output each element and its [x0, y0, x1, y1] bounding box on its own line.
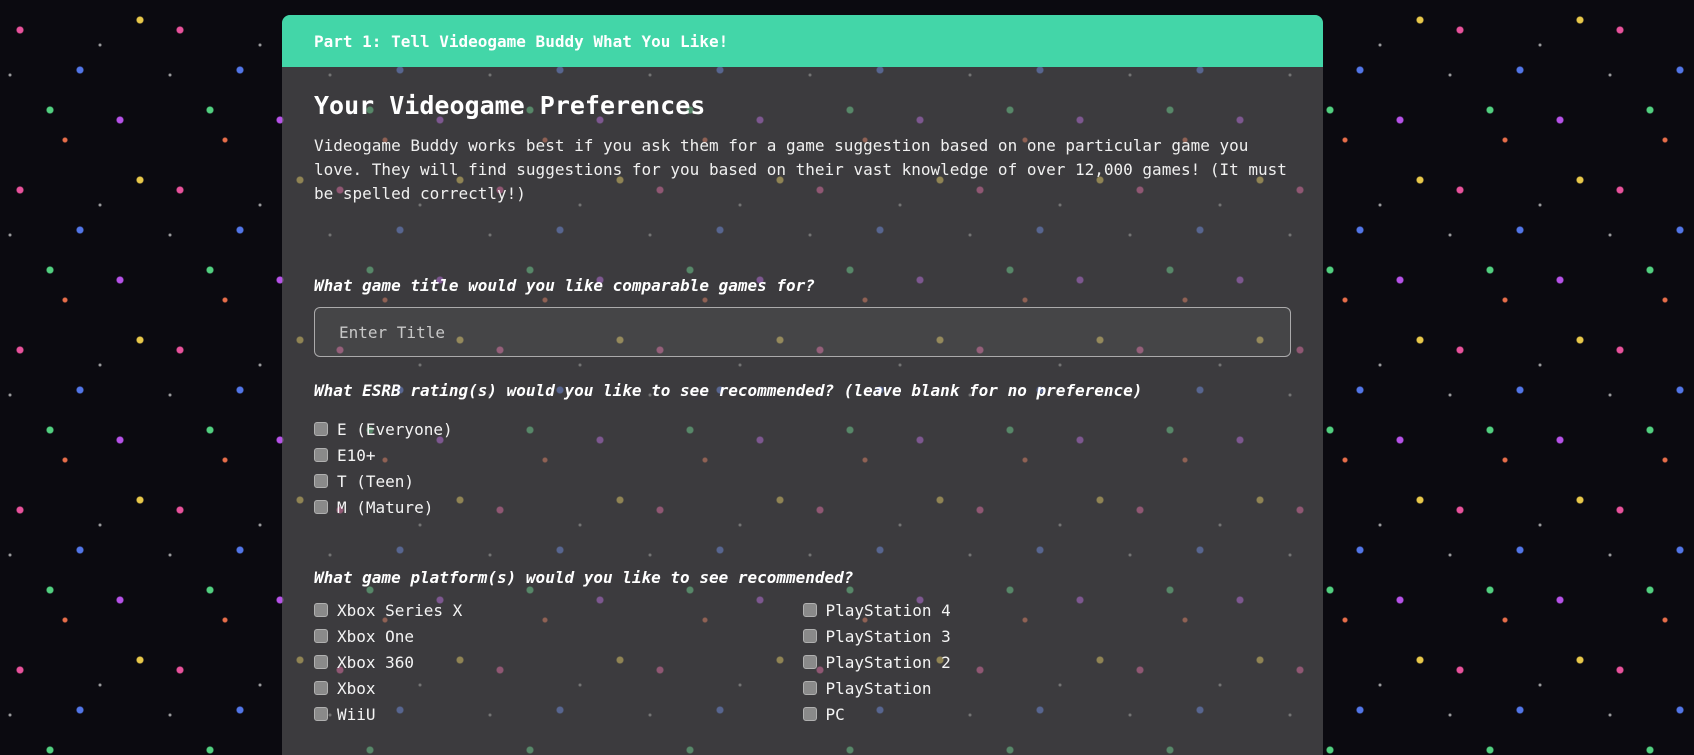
platform-column-left: Xbox Series X Xbox One Xbox 360 Xbox Wii…: [314, 597, 803, 727]
platform-options: Xbox Series X Xbox One Xbox 360 Xbox Wii…: [314, 597, 1291, 727]
checkbox[interactable]: [314, 500, 328, 514]
checkbox[interactable]: [802, 681, 817, 695]
checkbox-label: WiiU: [337, 704, 376, 724]
card-header-title: Part 1: Tell Videogame Buddy What You Li…: [314, 31, 729, 51]
platform-option-pc[interactable]: PC: [802, 701, 1292, 727]
card-header: Part 1: Tell Videogame Buddy What You Li…: [282, 15, 1323, 67]
card-body: Your Videogame Preferences Videogame Bud…: [282, 67, 1323, 727]
esrb-options: E (Everyone) E10+ T (Teen) M (Mature): [314, 416, 1291, 520]
platform-option-xbox-one[interactable]: Xbox One: [314, 623, 803, 649]
esrb-option-e[interactable]: E (Everyone): [314, 416, 1291, 442]
checkbox[interactable]: [314, 681, 328, 695]
checkbox[interactable]: [314, 448, 328, 462]
esrb-question-label: What ESRB rating(s) would you like to se…: [314, 381, 1143, 400]
platform-option-xbox-360[interactable]: Xbox 360: [314, 649, 803, 675]
checkbox[interactable]: [314, 629, 328, 643]
checkbox[interactable]: [802, 707, 817, 721]
checkbox-label: Xbox One: [337, 626, 415, 646]
checkbox[interactable]: [802, 629, 817, 643]
intro-text: Videogame Buddy works best if you ask th…: [314, 136, 1287, 203]
platform-option-playstation-2[interactable]: PlayStation 2: [802, 649, 1292, 675]
platform-option-xbox-series-x[interactable]: Xbox Series X: [314, 597, 803, 623]
checkbox-label: PlayStation 3: [825, 626, 951, 646]
preferences-card: Part 1: Tell Videogame Buddy What You Li…: [282, 15, 1323, 755]
title-question-label: What game title would you like comparabl…: [314, 276, 815, 295]
platform-column-right: PlayStation 4 PlayStation 3 PlayStation …: [802, 597, 1292, 727]
platform-option-playstation[interactable]: PlayStation: [802, 675, 1292, 701]
checkbox[interactable]: [802, 603, 817, 617]
checkbox[interactable]: [802, 655, 817, 669]
checkbox-label: T (Teen): [337, 471, 415, 491]
platform-option-xbox[interactable]: Xbox: [314, 675, 803, 701]
game-title-input[interactable]: [314, 307, 1291, 357]
esrb-option-t[interactable]: T (Teen): [314, 468, 1291, 494]
checkbox-label: PC: [825, 704, 845, 724]
checkbox-label: PlayStation 2: [825, 652, 951, 672]
section-title: Your Videogame Preferences: [314, 91, 706, 120]
checkbox-label: Xbox Series X: [337, 600, 463, 620]
checkbox[interactable]: [314, 474, 328, 488]
checkbox-label: PlayStation 4: [825, 600, 951, 620]
checkbox[interactable]: [314, 707, 328, 721]
checkbox-label: PlayStation: [825, 678, 932, 698]
checkbox[interactable]: [314, 422, 328, 436]
esrb-option-e10[interactable]: E10+: [314, 442, 1291, 468]
checkbox-label: E (Everyone): [337, 419, 453, 439]
platform-option-wiiu[interactable]: WiiU: [314, 701, 803, 727]
esrb-option-m[interactable]: M (Mature): [314, 494, 1291, 520]
platform-option-playstation-4[interactable]: PlayStation 4: [802, 597, 1292, 623]
checkbox-label: M (Mature): [337, 497, 434, 517]
checkbox[interactable]: [314, 655, 328, 669]
platform-question-label: What game platform(s) would you like to …: [314, 568, 854, 587]
checkbox-label: Xbox: [337, 678, 376, 698]
checkbox-label: Xbox 360: [337, 652, 415, 672]
checkbox[interactable]: [314, 603, 328, 617]
platform-option-playstation-3[interactable]: PlayStation 3: [802, 623, 1292, 649]
checkbox-label: E10+: [337, 445, 376, 465]
